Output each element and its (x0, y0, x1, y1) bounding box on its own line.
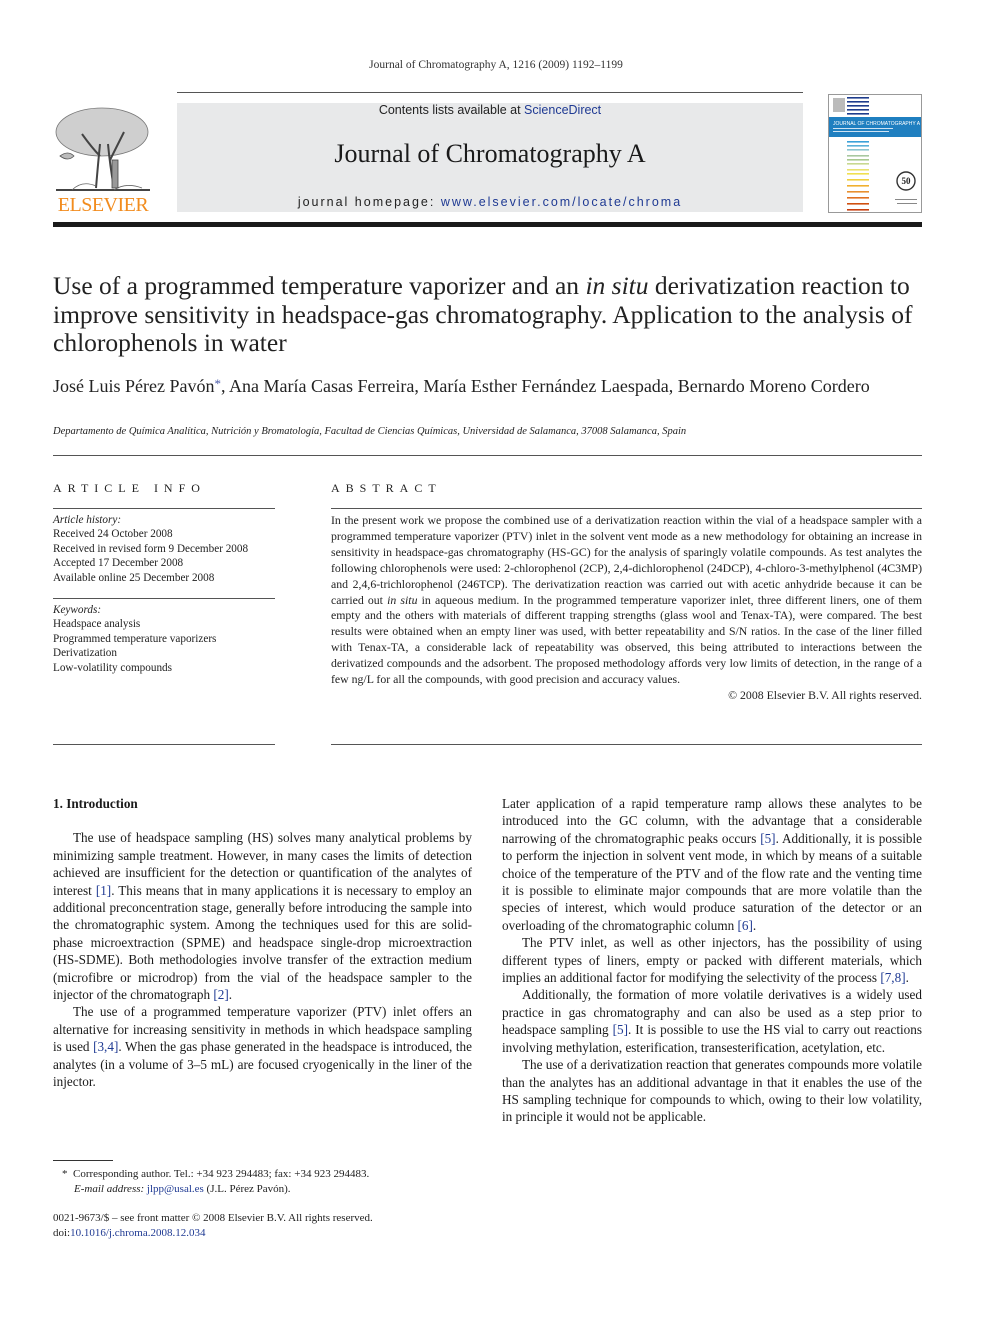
article-history-label: Article history: (53, 514, 122, 526)
title-italic: in situ (585, 271, 649, 300)
article-info-heading: ARTICLE INFO (53, 481, 206, 495)
journal-cover-icon: JOURNAL OF CHROMATOGRAPHY A 50 (829, 97, 921, 211)
front-matter: 0021-9673/$ – see front matter © 2008 El… (53, 1211, 483, 1240)
corresponding-author-contact: Corresponding author. Tel.: +34 923 2944… (73, 1168, 370, 1180)
homepage-line: journal homepage: www.elsevier.com/locat… (177, 195, 803, 209)
paragraph-text: . (905, 970, 909, 986)
journal-citation: Journal of Chromatography A, 1216 (2009)… (369, 59, 623, 71)
keyword: Low-volatility compounds (53, 661, 173, 674)
corresponding-author-footnote: * Corresponding author. Tel.: +34 923 29… (62, 1167, 482, 1196)
author-name: José Luis Pérez Pavón (53, 376, 215, 396)
paragraph-text: The PTV inlet, as well as other injector… (502, 935, 922, 986)
doi-link[interactable]: 10.1016/j.chroma.2008.12.034 (70, 1227, 205, 1239)
abstract-text: In the present work we propose the combi… (331, 513, 922, 688)
history-received: Received 24 October 2008 (53, 528, 173, 541)
paragraph: The use of a programmed temperature vapo… (53, 1003, 472, 1090)
paragraph: The PTV inlet, as well as other injector… (502, 934, 922, 986)
reference-link[interactable]: [7,8] (880, 970, 905, 985)
email-link[interactable]: jlpp@usal.es (147, 1183, 204, 1195)
header-rule (177, 92, 803, 93)
reference-link[interactable]: [5] (613, 1022, 628, 1037)
title-divider (53, 455, 922, 456)
paragraph-text: . (752, 917, 757, 933)
homepage-label: journal homepage: (297, 195, 441, 209)
header-thick-rule (53, 222, 922, 227)
reference-link[interactable]: [1] (96, 883, 111, 898)
issn-copyright: 0021-9673/$ – see front matter © 2008 El… (53, 1212, 373, 1224)
abstract-italic: in situ (387, 592, 418, 607)
cover-badge: 50 (902, 176, 912, 186)
article-title: Use of a programmed temperature vaporize… (53, 271, 933, 358)
history-online: Available online 25 December 2008 (53, 571, 215, 584)
author-affiliation: Departamento de Química Analítica, Nutri… (53, 426, 687, 437)
reference-link[interactable]: [2] (213, 987, 228, 1002)
sciencedirect-link[interactable]: ScienceDirect (524, 103, 601, 117)
section-heading-introduction: 1. Introduction (53, 796, 138, 811)
abstract-bottom-rule (331, 744, 922, 745)
cover-title: JOURNAL OF CHROMATOGRAPHY A (833, 121, 921, 127)
history-accepted: Accepted 17 December 2008 (53, 557, 184, 570)
contents-label: Contents lists available at (378, 103, 525, 117)
elsevier-wordmark: ELSEVIER (57, 194, 149, 216)
keywords-rule (53, 598, 275, 599)
footnote-rule (53, 1160, 113, 1161)
keyword: Headspace analysis (53, 618, 141, 631)
article-info-bottom-rule (53, 744, 275, 745)
history-revised: Received in revised form 9 December 2008 (53, 542, 249, 555)
article-history: Article history: Received 24 October 200… (53, 513, 275, 585)
paragraph-text: . This means that in many applications i… (53, 882, 472, 1003)
keyword: Programmed temperature vaporizers (53, 632, 217, 645)
contents-line: Contents lists available at ScienceDirec… (177, 103, 803, 117)
reference-link[interactable]: [3,4] (93, 1039, 118, 1054)
reference-link[interactable]: [5] (760, 831, 775, 846)
homepage-link[interactable]: www.elsevier.com/locate/chroma (441, 195, 682, 209)
keywords-label: Keywords: (53, 604, 102, 616)
doi-label: doi: (53, 1226, 71, 1239)
paragraph: The use of a derivatization reaction tha… (502, 1057, 922, 1125)
paragraph: Later application of a rapid temperature… (502, 795, 922, 934)
email-label: E-mail address: (74, 1182, 147, 1195)
abstract-text-b: in aqueous medium. In the programmed tem… (331, 592, 922, 687)
abstract-heading: ABSTRACT (331, 481, 442, 495)
paragraph: Additionally, the formation of more vola… (502, 986, 922, 1056)
journal-masthead: Contents lists available at ScienceDirec… (177, 103, 803, 212)
abstract-rule (331, 508, 922, 509)
paragraph-text: . Additionally, it is possible to perfor… (502, 830, 922, 933)
article-info-rule (53, 508, 275, 509)
keyword: Derivatization (53, 647, 117, 660)
author-list: José Luis Pérez Pavón*, Ana María Casas … (53, 372, 933, 398)
reference-link[interactable]: [6] (737, 918, 752, 933)
paragraph: The use of headspace sampling (HS) solve… (53, 829, 472, 1003)
body-right-column: Later application of a rapid temperature… (502, 795, 922, 1126)
email-owner: (J.L. Pérez Pavón). (203, 1182, 291, 1195)
abstract-body: In the present work we propose the combi… (331, 513, 922, 704)
elsevier-logo[interactable]: ELSEVIER (52, 104, 154, 216)
paragraph-text: . (228, 987, 233, 1003)
keywords: Keywords: Headspace analysis Programmed … (53, 603, 275, 675)
journal-cover-thumbnail[interactable]: JOURNAL OF CHROMATOGRAPHY A 50 (828, 94, 922, 213)
footnote-marker: * (62, 1168, 68, 1180)
abstract-copyright: © 2008 Elsevier B.V. All rights reserved… (728, 687, 922, 702)
title-text: Use of a programmed temperature vaporize… (53, 271, 586, 300)
elsevier-tree-icon (55, 107, 150, 191)
body-left-column: 1. Introduction The use of headspace sam… (53, 795, 472, 1091)
co-authors: , Ana María Casas Ferreira, María Esther… (220, 376, 870, 396)
journal-title: Journal of Chromatography A (334, 139, 646, 168)
